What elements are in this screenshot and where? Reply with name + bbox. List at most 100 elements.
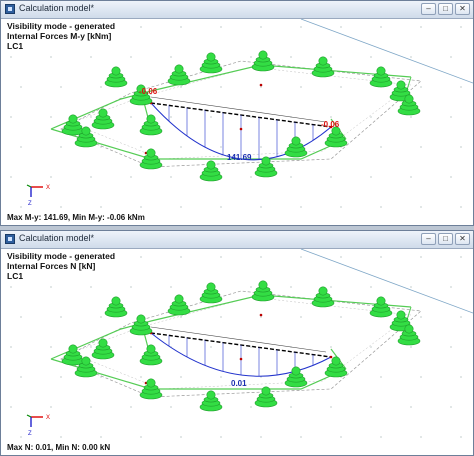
maximize-icon[interactable]: □ [438,3,453,15]
support-icon[interactable] [104,66,128,88]
support-icon[interactable] [139,114,163,136]
grid-dot [60,376,62,378]
grid-dot [60,146,62,148]
grid-dot [370,346,372,348]
grid-dot [290,406,292,408]
maximize-icon[interactable]: □ [438,233,453,245]
grid-dot [410,286,412,288]
model-viewport[interactable]: X Z 0.01 Visibility mode - generated Inter… [1,249,473,455]
grid-dot [300,26,302,28]
grid-dot [410,346,412,348]
x-axis-label: X [46,185,50,191]
grid-dot [180,316,182,318]
node-dot [239,357,243,361]
grid-dot [90,286,92,288]
support-icon[interactable] [167,64,191,86]
grid-dot [290,176,292,178]
grid-dot [20,376,22,378]
grid-dot [460,26,462,28]
grid-dot [340,86,342,88]
grid-dot [180,256,182,258]
window-controls: ‒ □ ✕ [421,233,470,245]
grid-dot [100,436,102,438]
grid-dot [10,286,12,288]
support-icon[interactable] [369,296,393,318]
support-icon[interactable] [251,50,275,72]
support-icon[interactable] [369,66,393,88]
support-icon[interactable] [91,108,115,130]
minimize-icon[interactable]: ‒ [421,233,436,245]
grid-dot [220,316,222,318]
support-icon[interactable] [284,136,308,158]
support-icon[interactable] [199,52,223,74]
grid-dot [370,56,372,58]
visibility-mode-text: Visibility mode - generated [7,21,116,31]
grid-dot [330,116,332,118]
support-icon[interactable] [139,344,163,366]
grid-dot [340,206,342,208]
grid-dot [370,286,372,288]
grid-dot [450,56,452,58]
grid-dot [60,86,62,88]
grid-dot [180,376,182,378]
support-icon[interactable] [284,366,308,388]
support-icon[interactable] [61,344,85,366]
value-label-max: 141.69 [227,153,252,162]
grid-dot [370,116,372,118]
support-icon[interactable] [104,296,128,318]
grid-dot [220,436,222,438]
grid-dot [290,56,292,58]
grid-dot [180,146,182,148]
grid-dot [10,406,12,408]
support-icon[interactable] [91,338,115,360]
grid-dot [260,86,262,88]
support-icon[interactable] [251,280,275,302]
viewport-info: Visibility mode - generated Internal For… [7,251,115,281]
close-icon[interactable]: ✕ [455,3,470,15]
grid-dot [220,146,222,148]
grid-dot [250,406,252,408]
grid-dot [50,406,52,408]
grid-dot [380,256,382,258]
grid-dot [300,256,302,258]
grid-dot [260,436,262,438]
grid-dot [420,376,422,378]
grid-dot [340,26,342,28]
support-icon[interactable] [311,286,335,308]
grid-dot [140,146,142,148]
z-axis-label: Z [28,201,32,207]
close-icon[interactable]: ✕ [455,233,470,245]
grid-dot [20,146,22,148]
grid-dot [170,176,172,178]
grid-dot [10,116,12,118]
title-bar[interactable]: Calculation model* ‒ □ ✕ [1,1,473,19]
support-icon[interactable] [61,114,85,136]
load-case-text: LC1 [7,271,24,281]
grid-dot [130,286,132,288]
support-icon[interactable] [311,56,335,78]
grid-dot [410,56,412,58]
beam-top-edge [150,326,327,353]
grid-dot [450,286,452,288]
grid-dot [90,346,92,348]
grid-dot [90,406,92,408]
grid-dot [260,316,262,318]
app-icon [5,234,15,244]
title-bar[interactable]: Calculation model* ‒ □ ✕ [1,231,473,249]
grid-dot [300,436,302,438]
value-label-right: -0.06 [321,120,340,129]
support-icon[interactable] [254,386,278,408]
support-icon[interactable] [167,294,191,316]
support-icon[interactable] [199,282,223,304]
model-viewport[interactable]: X Z -0.06 -0.06 141.69 Visibility mode - gen… [1,19,473,225]
grid-dot [20,86,22,88]
grid-dot [420,206,422,208]
minimize-icon[interactable]: ‒ [421,3,436,15]
grid-dot [130,406,132,408]
grid-dot [420,86,422,88]
grid-dot [50,176,52,178]
grid-dot [380,376,382,378]
grid-dot [410,116,412,118]
grid-dot [60,316,62,318]
window-controls: ‒ □ ✕ [421,3,470,15]
